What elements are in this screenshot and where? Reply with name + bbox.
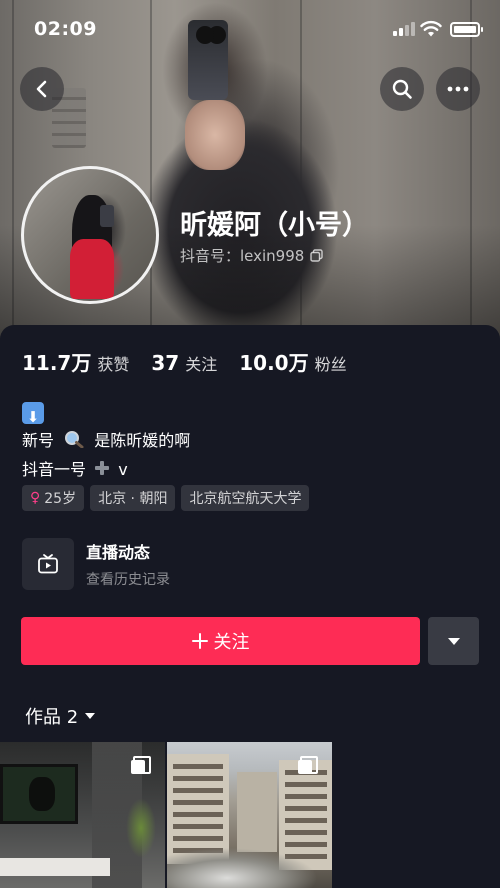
stat-followers-value: 10.0万 (239, 351, 309, 375)
thumb-snowy-trees (167, 838, 332, 888)
tag-location: 北京 · 朝阳 (90, 485, 176, 511)
stat-followers[interactable]: 10.0万 粉丝 (239, 347, 346, 376)
live-title: 直播动态 (86, 543, 151, 562)
bio-line-3-prefix: 抖音一号 (22, 460, 87, 479)
more-dots-icon (447, 86, 469, 92)
profile-bio: 新号 是陈昕媛的啊 抖音一号 v (22, 397, 190, 484)
cover-person-skin (185, 100, 245, 170)
multi-image-icon (131, 756, 151, 774)
avatar-outfit (70, 239, 114, 299)
caret-down-icon (447, 637, 460, 645)
thumb-plant (126, 798, 156, 858)
tv-play-icon (38, 554, 58, 574)
recommend-dropdown-button[interactable] (428, 617, 479, 665)
caret-down-icon (85, 713, 96, 719)
live-icon-box (22, 538, 74, 590)
profile-card: 11.7万 获赞 37 关注 10.0万 粉丝 新号 是陈昕媛的啊 抖音一号 (0, 325, 500, 888)
plus-emoji-icon (95, 461, 110, 475)
back-button[interactable] (20, 67, 64, 111)
live-subtitle: 查看历史记录 (86, 572, 170, 588)
thumb-shelf (0, 858, 110, 876)
douyin-id-text: 抖音号：lexin998 (180, 247, 305, 265)
wifi-icon (420, 20, 442, 38)
stat-likes-value: 11.7万 (22, 351, 92, 375)
magnifier-emoji-icon (65, 431, 84, 449)
status-bar: 02:09 (0, 0, 500, 60)
stat-followers-label: 粉丝 (314, 355, 347, 374)
tag-age: ♀ 25岁 (22, 485, 85, 511)
bio-line-2: 新号 是陈昕媛的啊 (22, 426, 190, 455)
profile-tags: ♀ 25岁 北京 · 朝阳 北京航空航天大学 (22, 485, 310, 511)
status-time: 02:09 (34, 18, 97, 40)
search-button[interactable] (380, 67, 424, 111)
bio-line-1 (22, 397, 190, 432)
follow-button[interactable]: 关注 (21, 617, 420, 665)
work-thumbnail[interactable] (167, 742, 332, 888)
multi-image-icon (298, 756, 318, 774)
female-icon: ♀ (30, 490, 41, 506)
profile-name: 昕媛阿（小号） (180, 210, 369, 241)
tab-works[interactable]: 作品 2 (25, 703, 96, 729)
bio-line-3-suffix: v (118, 460, 128, 479)
copy-icon (310, 249, 324, 262)
stat-likes[interactable]: 11.7万 获赞 (22, 347, 129, 376)
bio-line-3: 抖音一号 v (22, 455, 190, 484)
tag-school[interactable]: 北京航空航天大学 (181, 485, 310, 511)
avatar-phone (100, 205, 114, 227)
tag-age-text: 25岁 (44, 491, 77, 507)
plus-icon (191, 633, 208, 649)
more-button[interactable] (436, 67, 480, 111)
tab-works-label: 作品 2 (25, 707, 79, 728)
bio-line-2-suffix: 是陈昕媛的啊 (94, 431, 191, 450)
stat-likes-label: 获赞 (97, 355, 130, 374)
live-texts: 直播动态 查看历史记录 (86, 539, 170, 589)
stat-following[interactable]: 37 关注 (151, 351, 217, 375)
works-grid (0, 742, 500, 888)
live-history-entry[interactable]: 直播动态 查看历史记录 (22, 537, 422, 591)
douyin-id[interactable]: 抖音号：lexin998 (180, 245, 324, 266)
search-icon (392, 79, 412, 99)
follow-button-label: 关注 (213, 632, 250, 653)
profile-stats: 11.7万 获赞 37 关注 10.0万 粉丝 (22, 347, 369, 376)
avatar[interactable] (21, 166, 159, 304)
thumb-tv-figure (29, 777, 55, 811)
down-arrow-emoji-icon (22, 401, 44, 432)
stat-following-value: 37 (151, 351, 180, 375)
chevron-left-icon (36, 80, 47, 98)
work-thumbnail[interactable] (0, 742, 165, 888)
thumb-tv (0, 764, 78, 824)
stat-following-label: 关注 (185, 355, 218, 374)
bio-line-2-prefix: 新号 (22, 431, 55, 450)
battery-icon (450, 22, 483, 37)
cellular-signal-icon (393, 22, 415, 36)
